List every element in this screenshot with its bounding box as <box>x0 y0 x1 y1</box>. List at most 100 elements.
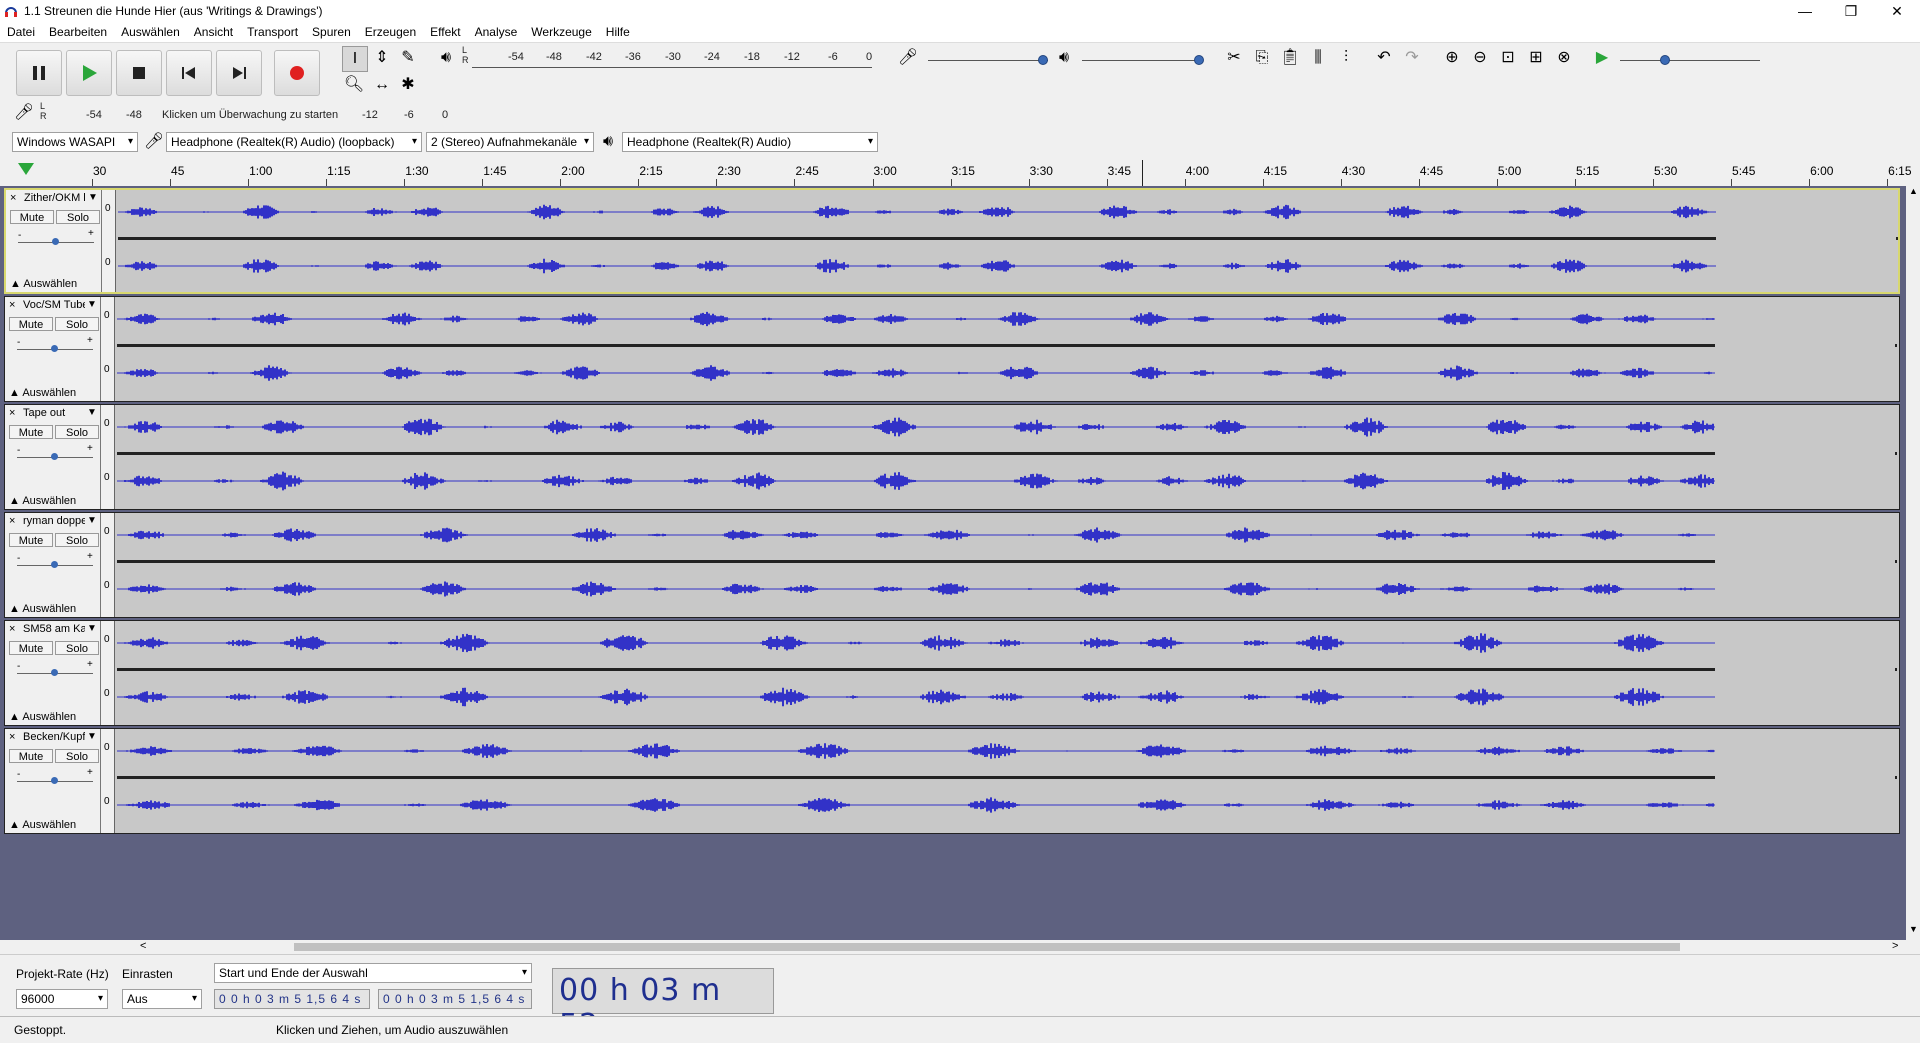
track-name[interactable]: Tape out <box>23 407 85 421</box>
audio-track[interactable]: × Tape out ▼ Mute Solo - + ▲ Auswählen 0… <box>4 404 1900 510</box>
track-control-panel[interactable]: × Becken/Kupfer ▼ Mute Solo - + ▲ Auswäh… <box>5 729 101 833</box>
track-close-icon[interactable]: × <box>9 731 15 743</box>
zoom-toggle-icon[interactable]: ⊗ <box>1552 46 1576 70</box>
audio-track[interactable]: × ryman doppel ▼ Mute Solo - + ▲ Auswähl… <box>4 512 1900 618</box>
track-vertical-scale[interactable]: 0 0 <box>101 621 115 725</box>
solo-button[interactable]: Solo <box>55 317 99 331</box>
mute-button[interactable]: Mute <box>9 533 53 547</box>
play-head-icon[interactable] <box>18 163 34 175</box>
audio-position-display[interactable]: 00 h 03 m 52 s <box>552 968 774 1043</box>
scroll-up-icon[interactable]: ▲ <box>1909 186 1918 196</box>
track-close-icon[interactable]: × <box>9 299 15 311</box>
output-device-select[interactable]: Headphone (Realtek(R) Audio) ▾ <box>622 132 878 152</box>
track-vertical-scale[interactable]: 0 0 <box>101 513 115 617</box>
track-vertical-scale[interactable]: 0 0 <box>102 190 116 292</box>
mute-button[interactable]: Mute <box>10 210 54 224</box>
record-button[interactable] <box>274 50 320 96</box>
trim-icon[interactable]: ⫼ <box>1306 46 1330 70</box>
draw-tool-icon[interactable]: ✎ <box>396 46 420 70</box>
track-menu-chevron-icon[interactable]: ▼ <box>87 731 97 742</box>
recording-volume-slider[interactable] <box>928 60 1048 61</box>
play-speed-thumb[interactable] <box>1660 55 1670 65</box>
empty-track-region[interactable] <box>1715 621 1895 725</box>
horizontal-scrollbar[interactable]: < > <box>0 940 1906 954</box>
track-name[interactable]: SM58 am Kas <box>23 623 85 637</box>
track-name[interactable]: Becken/Kupfer <box>23 731 85 745</box>
mute-button[interactable]: Mute <box>9 641 53 655</box>
pause-button[interactable] <box>16 50 62 96</box>
audio-track[interactable]: × Becken/Kupfer ▼ Mute Solo - + ▲ Auswäh… <box>4 728 1900 834</box>
selection-end-time[interactable]: 0 0 h 0 3 m 5 1,5 6 4 s <box>378 989 532 1009</box>
solo-button[interactable]: Solo <box>56 210 100 224</box>
timeshift-tool-icon[interactable]: ↔ <box>370 73 394 97</box>
empty-track-region[interactable] <box>1715 405 1895 509</box>
track-menu-chevron-icon[interactable]: ▼ <box>87 299 97 310</box>
audio-track[interactable]: × SM58 am Kas ▼ Mute Solo - + ▲ Auswähle… <box>4 620 1900 726</box>
skip-to-start-button[interactable] <box>166 50 212 96</box>
zoom-in-icon[interactable]: ⊕ <box>1440 46 1464 70</box>
menu-auswaehlen[interactable]: Auswählen <box>114 22 187 39</box>
track-select-button[interactable]: ▲ Auswählen <box>9 495 76 507</box>
gain-slider-thumb[interactable] <box>51 777 58 784</box>
selection-tool-icon[interactable]: I <box>342 46 368 72</box>
recording-volume-thumb[interactable] <box>1038 55 1048 65</box>
channels-select[interactable]: 2 (Stereo) Aufnahmekanäle ▾ <box>426 132 594 152</box>
menu-analyse[interactable]: Analyse <box>468 22 525 39</box>
mute-button[interactable]: Mute <box>9 317 53 331</box>
zoom-out-icon[interactable]: ⊖ <box>1468 46 1492 70</box>
cut-icon[interactable]: ✂ <box>1222 46 1246 70</box>
solo-button[interactable]: Solo <box>55 749 99 763</box>
copy-icon[interactable]: ⎘ <box>1250 46 1274 70</box>
audio-track[interactable]: × Voc/SM Tube ▼ Mute Solo - + ▲ Auswähle… <box>4 296 1900 402</box>
track-vertical-scale[interactable]: 0 0 <box>101 405 115 509</box>
project-rate-select[interactable]: 96000 ▾ <box>16 989 108 1009</box>
menu-werkzeuge[interactable]: Werkzeuge <box>524 22 598 39</box>
track-menu-chevron-icon[interactable]: ▼ <box>88 192 98 203</box>
gain-slider-thumb[interactable] <box>52 238 59 245</box>
redo-icon[interactable]: ↷ <box>1400 46 1424 70</box>
empty-track-region[interactable] <box>1716 190 1896 292</box>
gain-slider-thumb[interactable] <box>51 345 58 352</box>
play-button[interactable] <box>66 50 112 96</box>
playback-volume-slider[interactable] <box>1082 60 1202 61</box>
track-name[interactable]: Zither/OKM li <box>24 192 86 206</box>
multi-tool-icon[interactable]: ✱ <box>396 73 420 97</box>
silence-icon[interactable]: ⫶ <box>1334 46 1358 70</box>
track-select-button[interactable]: ▲ Auswählen <box>9 603 76 615</box>
track-vertical-scale[interactable]: 0 0 <box>101 297 115 401</box>
menu-datei[interactable]: Datei <box>0 22 42 39</box>
track-close-icon[interactable]: × <box>10 192 16 204</box>
menu-spuren[interactable]: Spuren <box>305 22 358 39</box>
mute-button[interactable]: Mute <box>9 749 53 763</box>
solo-button[interactable]: Solo <box>55 425 99 439</box>
track-close-icon[interactable]: × <box>9 515 15 527</box>
audio-track[interactable]: × Zither/OKM li ▼ Mute Solo - + ▲ Auswäh… <box>4 188 1900 294</box>
solo-button[interactable]: Solo <box>55 641 99 655</box>
fit-selection-icon[interactable]: ⊡ <box>1496 46 1520 70</box>
playback-volume-thumb[interactable] <box>1194 55 1204 65</box>
gain-slider-thumb[interactable] <box>51 453 58 460</box>
track-close-icon[interactable]: × <box>9 623 15 635</box>
zoom-tool-icon[interactable]: 🔍︎ <box>342 73 366 97</box>
close-window-button[interactable]: ✕ <box>1874 0 1920 22</box>
waveform[interactable] <box>117 405 1715 509</box>
menu-bearbeiten[interactable]: Bearbeiten <box>42 22 114 39</box>
track-control-panel[interactable]: × ryman doppel ▼ Mute Solo - + ▲ Auswähl… <box>5 513 101 617</box>
track-control-panel[interactable]: × Zither/OKM li ▼ Mute Solo - + ▲ Auswäh… <box>6 190 102 292</box>
input-device-select[interactable]: Headphone (Realtek(R) Audio) (loopback) ▾ <box>166 132 422 152</box>
recording-meter-mic-icon[interactable]: 🎤︎ <box>12 101 36 125</box>
track-menu-chevron-icon[interactable]: ▼ <box>87 623 97 634</box>
track-menu-chevron-icon[interactable]: ▼ <box>87 407 97 418</box>
fit-project-icon[interactable]: ⊞ <box>1524 46 1548 70</box>
empty-track-region[interactable] <box>1715 513 1895 617</box>
maximize-button[interactable]: ❐ <box>1828 0 1874 22</box>
track-select-button[interactable]: ▲ Auswählen <box>9 387 76 399</box>
waveform[interactable] <box>118 190 1716 292</box>
play-speed-slider[interactable] <box>1620 60 1760 61</box>
horizontal-scroll-thumb[interactable] <box>294 943 1680 951</box>
menu-effekt[interactable]: Effekt <box>423 22 467 39</box>
mute-button[interactable]: Mute <box>9 425 53 439</box>
waveform[interactable] <box>117 621 1715 725</box>
selection-start-time[interactable]: 0 0 h 0 3 m 5 1,5 6 4 s <box>214 989 370 1009</box>
playback-meter[interactable]: -54 -48 -42 -36 -30 -24 -18 -12 -6 0 <box>472 51 872 71</box>
